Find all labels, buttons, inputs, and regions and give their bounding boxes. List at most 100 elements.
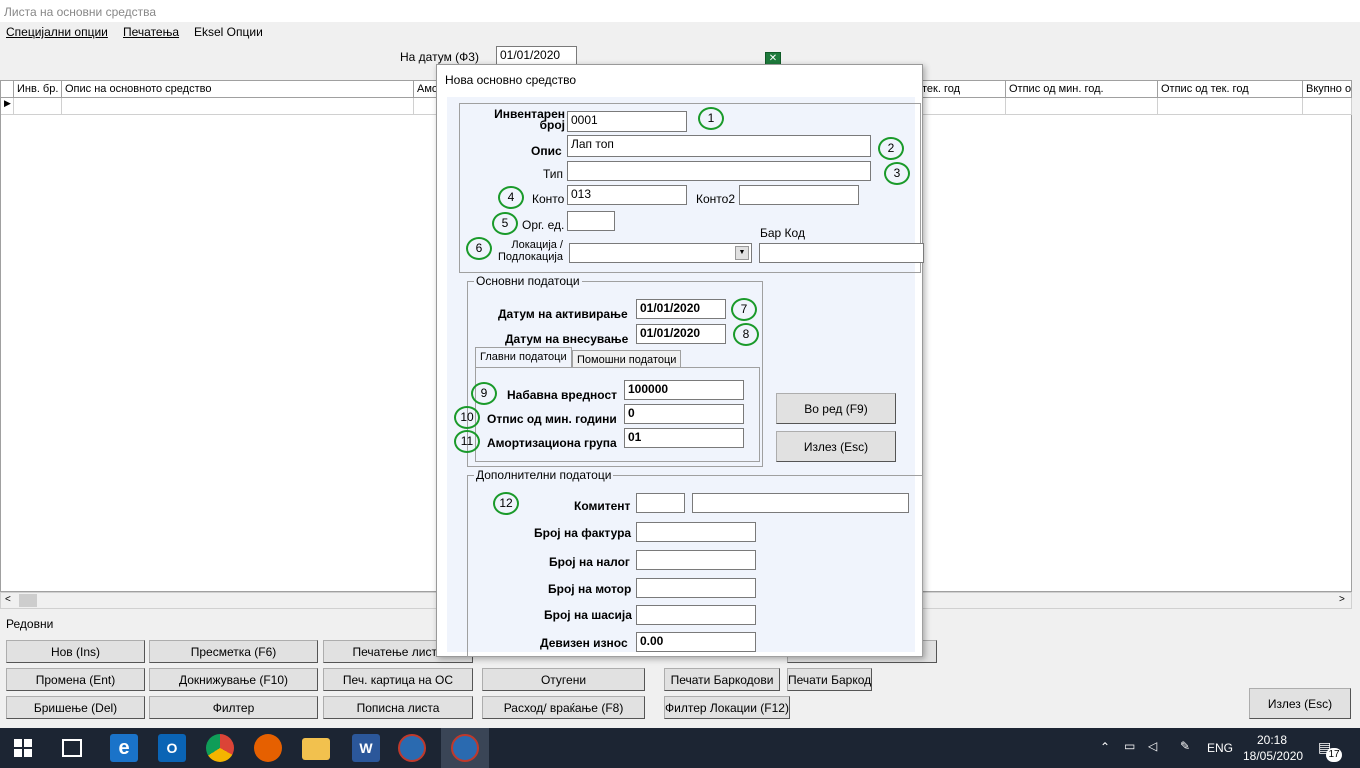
helix-app-active-slot[interactable] bbox=[441, 728, 489, 768]
new-button[interactable]: Нов (Ins) bbox=[6, 640, 145, 663]
barcode-label: Бар Код bbox=[760, 226, 805, 240]
task-view-icon[interactable] bbox=[62, 739, 82, 757]
volume-icon[interactable]: ◁ bbox=[1148, 739, 1157, 753]
vertical-scrollbar[interactable] bbox=[1352, 80, 1360, 592]
dialog-body: Инвентарен број 0001 1 Опис Лап топ 2 Ти… bbox=[447, 97, 924, 657]
dialog-title: Нова основно средство bbox=[445, 73, 577, 87]
chassis-input[interactable] bbox=[636, 605, 756, 625]
purchase-label: Набавна вредност bbox=[507, 388, 618, 402]
edit-button[interactable]: Промена (Ent) bbox=[6, 668, 145, 691]
col-header-inv[interactable]: Инв. бр. bbox=[14, 81, 62, 98]
marker-6: 6 bbox=[466, 237, 492, 260]
menu-excel-options[interactable]: Eksel Опции bbox=[194, 25, 263, 39]
marker-4: 4 bbox=[498, 186, 524, 209]
file-explorer-icon[interactable] bbox=[302, 738, 330, 760]
firefox-icon[interactable] bbox=[254, 734, 282, 762]
col-header-total[interactable]: Вкупно о bbox=[1303, 81, 1352, 98]
type-label: Тип bbox=[543, 167, 564, 181]
filter-button[interactable]: Филтер bbox=[149, 696, 318, 719]
word-icon[interactable]: W bbox=[352, 734, 380, 762]
clock-date[interactable]: 18/05/2020 bbox=[1243, 749, 1303, 763]
activation-date-input[interactable]: 01/01/2020 bbox=[636, 299, 726, 319]
client-label: Комитент bbox=[574, 499, 631, 513]
helix-app-icon[interactable] bbox=[398, 734, 426, 762]
marker-11: 11 bbox=[454, 430, 480, 453]
taskbar: e O W ⌃ ▭ ◁ ✎ ENG 20:18 18/05/2020 ▤ 17 bbox=[0, 728, 1360, 768]
print-barcode-button[interactable]: Печати Баркод bbox=[787, 668, 872, 691]
chevron-down-icon[interactable]: ▼ bbox=[735, 246, 749, 260]
table-cell[interactable] bbox=[1006, 98, 1158, 115]
marker-7: 7 bbox=[731, 298, 757, 321]
table-cell[interactable] bbox=[1158, 98, 1303, 115]
grid-corner bbox=[1, 81, 14, 98]
inventory-label: Инвентарен број bbox=[494, 107, 565, 132]
pen-icon[interactable]: ✎ bbox=[1180, 739, 1190, 753]
currency-input[interactable]: 0.00 bbox=[636, 632, 756, 652]
date-input[interactable]: 01/01/2020 bbox=[496, 46, 577, 66]
org-input[interactable] bbox=[567, 211, 615, 231]
basic-data-title: Основни податоци bbox=[474, 274, 582, 288]
entry-date-input[interactable]: 01/01/2020 bbox=[636, 324, 726, 344]
tab-main-data[interactable]: Главни податоци bbox=[475, 347, 572, 367]
cancel-button[interactable]: Излез (Esc) bbox=[776, 431, 896, 462]
col-header-writeoff-cur[interactable]: Отпис од тек. год bbox=[1158, 81, 1303, 98]
network-icon[interactable]: ▭ bbox=[1124, 739, 1135, 753]
amort-label: Амортизациона група bbox=[487, 436, 617, 450]
print-card-button[interactable]: Печ. картица на ОС bbox=[323, 668, 473, 691]
table-cell[interactable] bbox=[62, 98, 414, 115]
rows-label: Редовни bbox=[6, 617, 54, 631]
language-indicator[interactable]: ENG bbox=[1207, 741, 1233, 755]
table-cell[interactable] bbox=[1303, 98, 1352, 115]
writeoff-return-button[interactable]: Расход/ враќање (F8) bbox=[482, 696, 645, 719]
marker-10: 10 bbox=[454, 406, 480, 429]
inventory-list-button[interactable]: Пописна листа bbox=[323, 696, 473, 719]
chassis-label: Број на шасија bbox=[544, 608, 632, 622]
scroll-thumb[interactable] bbox=[19, 594, 37, 607]
entry-label: Датум на внесување bbox=[505, 332, 629, 346]
menu-special-options[interactable]: Специјални опции bbox=[6, 25, 108, 39]
print-barcodes-button[interactable]: Печати Баркодови bbox=[664, 668, 780, 691]
chrome-icon[interactable] bbox=[206, 734, 234, 762]
writeoff-input[interactable]: 0 bbox=[624, 404, 744, 424]
ok-button[interactable]: Во ред (F9) bbox=[776, 393, 896, 424]
menu-printing[interactable]: Печатења bbox=[123, 25, 179, 39]
konto-input[interactable]: 013 bbox=[567, 185, 687, 205]
filter-locations-button[interactable]: Филтер Локации (F12) bbox=[664, 696, 790, 719]
windows-start-icon[interactable] bbox=[14, 739, 32, 757]
outlook-icon[interactable]: O bbox=[158, 734, 186, 762]
location-label: Локација / Подлокација bbox=[497, 239, 563, 263]
additional-booking-button[interactable]: Докнижување (F10) bbox=[149, 668, 318, 691]
amort-input[interactable]: 01 bbox=[624, 428, 744, 448]
barcode-input[interactable] bbox=[759, 243, 924, 263]
konto2-input[interactable] bbox=[739, 185, 859, 205]
invoice-input[interactable] bbox=[636, 522, 756, 542]
calculate-button[interactable]: Пресметка (F6) bbox=[149, 640, 318, 663]
main-exit-button[interactable]: Излез (Esc) bbox=[1249, 688, 1351, 719]
tray-chevron-icon[interactable]: ⌃ bbox=[1100, 740, 1110, 754]
location-dropdown[interactable]: ▼ bbox=[569, 243, 752, 263]
type-input[interactable] bbox=[567, 161, 871, 181]
table-cell[interactable] bbox=[919, 98, 1006, 115]
scroll-left-icon[interactable]: < bbox=[5, 594, 11, 605]
tab-aux-data[interactable]: Помошни податоци bbox=[572, 350, 682, 367]
scroll-right-icon[interactable]: > bbox=[1339, 594, 1345, 605]
col-header-cur-year[interactable]: тек. год bbox=[919, 81, 1006, 98]
order-input[interactable] bbox=[636, 550, 756, 570]
org-label: Орг. ед. bbox=[522, 218, 565, 232]
client-name-input[interactable] bbox=[692, 493, 909, 513]
engine-input[interactable] bbox=[636, 578, 756, 598]
table-cell[interactable] bbox=[14, 98, 62, 115]
delete-button[interactable]: Бришење (Del) bbox=[6, 696, 145, 719]
currency-label: Девизен износ bbox=[540, 636, 628, 650]
client-code-input[interactable] bbox=[636, 493, 685, 513]
col-header-writeoff-prev[interactable]: Отпис од мин. год. bbox=[1006, 81, 1158, 98]
disposed-button[interactable]: Отугени bbox=[482, 668, 645, 691]
edge-icon[interactable]: e bbox=[110, 734, 138, 762]
inventory-input[interactable]: 0001 bbox=[567, 111, 687, 132]
clock-time[interactable]: 20:18 bbox=[1257, 733, 1287, 747]
helix-active-icon[interactable] bbox=[451, 734, 479, 762]
marker-8: 8 bbox=[733, 323, 759, 346]
col-header-desc[interactable]: Опис на основното средство bbox=[62, 81, 414, 98]
desc-input[interactable]: Лап топ bbox=[567, 135, 871, 157]
purchase-input[interactable]: 100000 bbox=[624, 380, 744, 400]
